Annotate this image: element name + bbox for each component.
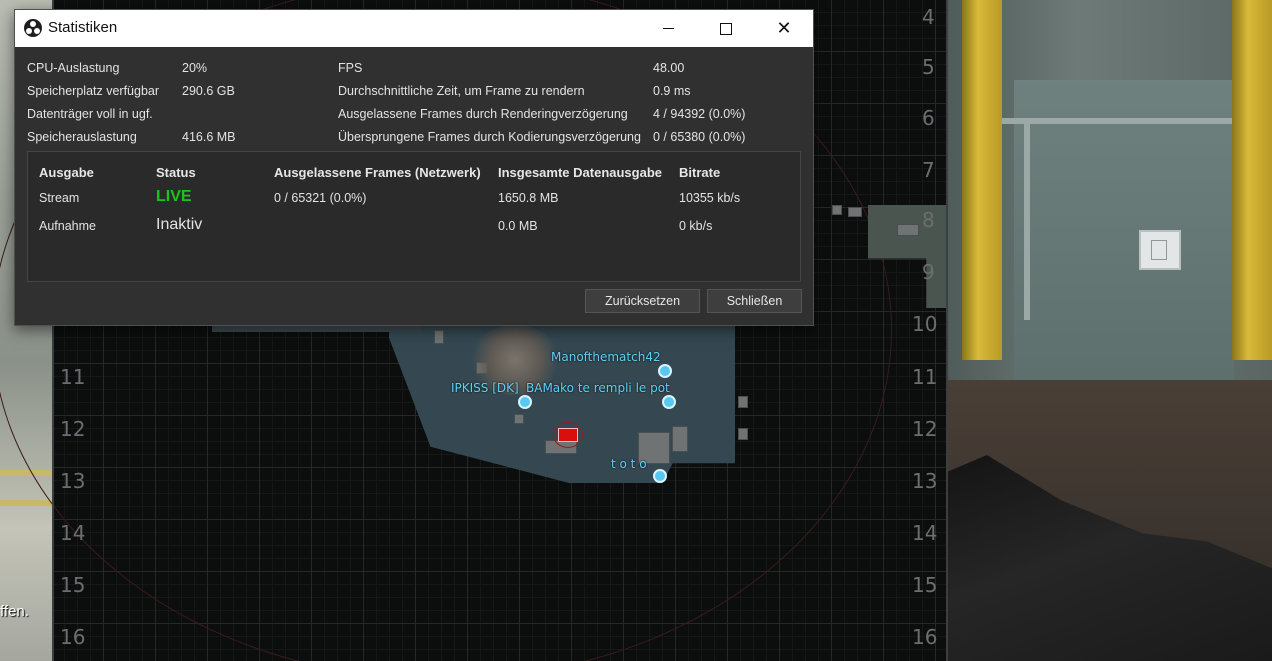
floor-stripe bbox=[0, 500, 52, 506]
stat-label-disk-full: Datenträger voll in ugf. bbox=[27, 107, 153, 121]
row-stream-dropped: 0 / 65321 (0.0%) bbox=[274, 191, 367, 205]
header-dropped-frames: Ausgelassene Frames (Netzwerk) bbox=[274, 165, 481, 180]
header-status: Status bbox=[156, 165, 196, 180]
maximize-icon bbox=[720, 22, 732, 35]
radar-row-left: 15 bbox=[60, 573, 86, 597]
radar-row-left: 12 bbox=[60, 417, 86, 441]
reset-button[interactable]: Zurücksetzen bbox=[585, 289, 700, 313]
window-title: Statistiken bbox=[48, 19, 118, 36]
stat-value-render-time: 0.9 ms bbox=[653, 84, 691, 98]
stat-label-disk-space: Speicherplatz verfügbar bbox=[27, 84, 160, 98]
map-crate bbox=[738, 428, 748, 440]
scene-pipe bbox=[1024, 120, 1030, 320]
close-icon: ✕ bbox=[776, 17, 792, 39]
radar-row-right: 5 bbox=[922, 55, 935, 79]
outputs-table: Ausgabe Status Ausgelassene Frames (Netz… bbox=[27, 151, 801, 282]
status-badge-live: LIVE bbox=[156, 188, 192, 205]
radar-row-right: 4 bbox=[922, 5, 935, 29]
player-name: Manofthematch42 bbox=[551, 350, 661, 364]
stat-label-memory: Speicherauslastung bbox=[27, 130, 137, 144]
map-crate bbox=[738, 396, 748, 408]
scene-pipe bbox=[1000, 118, 1260, 124]
electrical-box bbox=[1139, 230, 1181, 270]
radar-row-right: 14 bbox=[912, 521, 938, 545]
title-bar[interactable]: Statistiken ✕ bbox=[15, 10, 813, 47]
game-left-caption: ffen. bbox=[0, 603, 29, 620]
player-name: t o t o bbox=[611, 457, 647, 471]
map-crate bbox=[672, 426, 688, 452]
header-output: Ausgabe bbox=[39, 165, 94, 180]
stat-value-disk-space: 290.6 GB bbox=[182, 84, 235, 98]
radar-row-left: 13 bbox=[60, 469, 86, 493]
radar-row-right: 16 bbox=[912, 625, 938, 649]
radar-row-left: 16 bbox=[60, 625, 86, 649]
stat-value-fps: 48.00 bbox=[653, 61, 685, 75]
stats-window: Statistiken ✕ CPU-Auslastung 20% Speiche… bbox=[14, 9, 814, 326]
close-button[interactable]: ✕ bbox=[755, 10, 813, 47]
electrical-box-door bbox=[1151, 240, 1167, 260]
map-crate bbox=[897, 224, 919, 236]
bomb-icon bbox=[558, 428, 578, 442]
radar-row-right: 11 bbox=[912, 365, 938, 389]
player-marker bbox=[662, 395, 676, 409]
player-name: BAMako te rempli le pot bbox=[526, 381, 670, 395]
row-recording-bitrate: 0 kb/s bbox=[679, 219, 713, 233]
stat-value-memory: 416.6 MB bbox=[182, 130, 236, 144]
stat-label-render-lag: Ausgelassene Frames durch Renderingverzö… bbox=[338, 107, 628, 121]
close-dialog-button[interactable]: Schließen bbox=[707, 289, 802, 313]
scene-pillar bbox=[1232, 0, 1272, 360]
radar-row-right: 9 bbox=[922, 260, 935, 284]
radar-row-right: 10 bbox=[912, 312, 938, 336]
stat-label-fps: FPS bbox=[338, 61, 363, 75]
obs-icon bbox=[24, 19, 42, 37]
stat-label-cpu: CPU-Auslastung bbox=[27, 61, 120, 75]
player-marker bbox=[518, 395, 532, 409]
map-crate bbox=[848, 207, 862, 217]
radar-row-left: 11 bbox=[60, 365, 86, 389]
status-badge-inactive: Inaktiv bbox=[156, 216, 203, 233]
player-marker bbox=[658, 364, 672, 378]
scene-wall bbox=[1014, 80, 1234, 380]
header-total-data: Insgesamte Datenausgabe bbox=[498, 165, 663, 180]
radar-row-left: 14 bbox=[60, 521, 86, 545]
player-marker bbox=[653, 469, 667, 483]
radar-row-right: 13 bbox=[912, 469, 938, 493]
row-stream-name: Stream bbox=[39, 191, 80, 205]
radar-row-right: 12 bbox=[912, 417, 938, 441]
minimize-button[interactable] bbox=[639, 10, 697, 47]
radar-row-right: 7 bbox=[922, 158, 935, 182]
stat-label-render-time: Durchschnittliche Zeit, um Frame zu rend… bbox=[338, 84, 585, 98]
scene-pillar bbox=[962, 0, 1002, 360]
row-recording-name: Aufnahme bbox=[39, 219, 96, 233]
row-recording-total: 0.0 MB bbox=[498, 219, 538, 233]
radar-row-right: 8 bbox=[922, 208, 935, 232]
row-stream-bitrate: 10355 kb/s bbox=[679, 191, 741, 205]
map-crate bbox=[434, 330, 444, 344]
map-crate bbox=[514, 414, 524, 424]
player-name: IPKISS [DK] bbox=[451, 381, 519, 395]
maximize-button[interactable] bbox=[697, 10, 755, 47]
stat-value-cpu: 20% bbox=[182, 61, 208, 75]
header-bitrate: Bitrate bbox=[679, 165, 721, 180]
radar-row-right: 15 bbox=[912, 573, 938, 597]
minimize-icon bbox=[662, 28, 674, 29]
map-crate bbox=[832, 205, 842, 215]
stat-value-render-lag: 4 / 94392 (0.0%) bbox=[653, 107, 746, 121]
row-stream-total: 1650.8 MB bbox=[498, 191, 559, 205]
radar-row-right: 6 bbox=[922, 106, 935, 130]
stat-label-encode-lag: Übersprungene Frames durch Kodierungsver… bbox=[338, 130, 641, 144]
stat-value-encode-lag: 0 / 65380 (0.0%) bbox=[653, 130, 746, 144]
